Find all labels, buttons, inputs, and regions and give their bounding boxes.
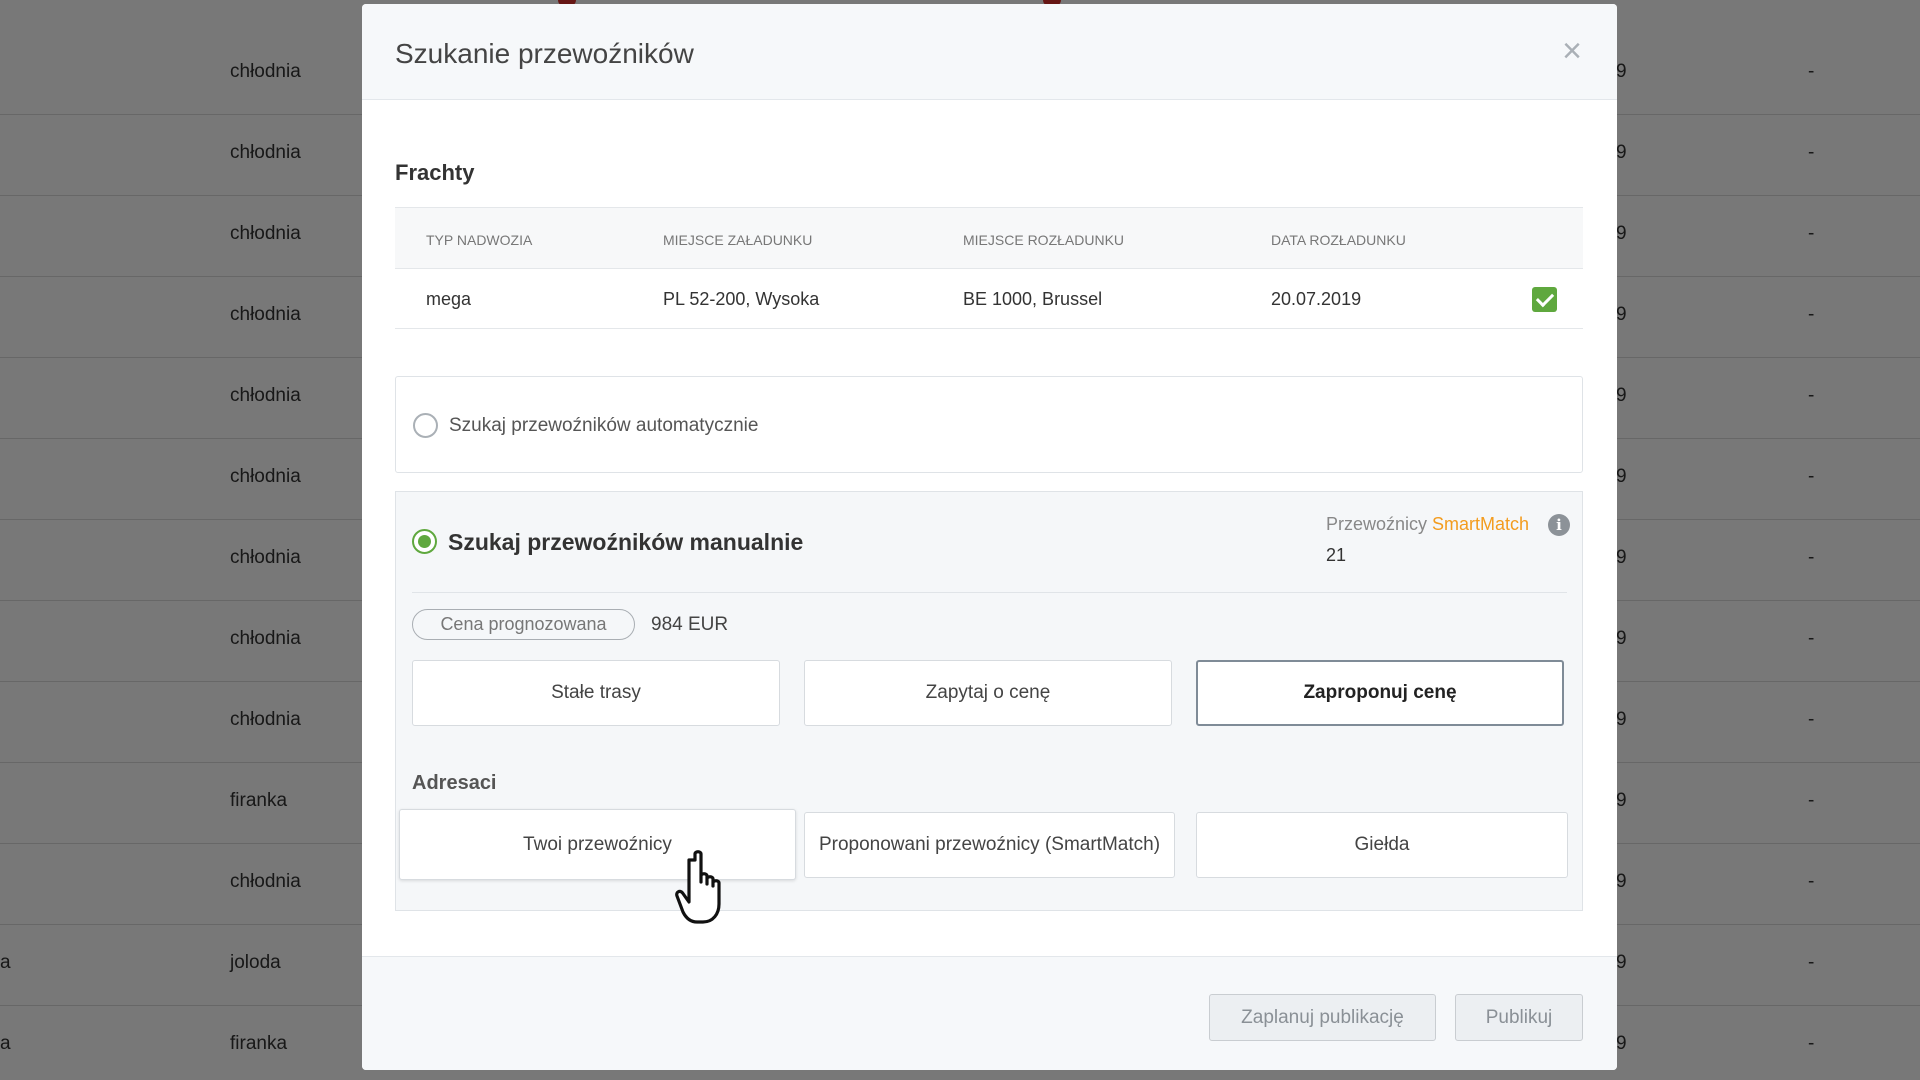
modal-title: Szukanie przewoźników <box>395 38 694 69</box>
smartmatch-carriers-button[interactable]: Proponowani przewoźnicy (SmartMatch) <box>804 812 1175 878</box>
cell-loading-place: PL 52-200, Wysoka <box>663 289 820 309</box>
section-divider <box>412 592 1567 593</box>
schedule-publication-button[interactable]: Zaplanuj publikację <box>1209 994 1436 1041</box>
publish-button[interactable]: Publikuj <box>1455 994 1583 1041</box>
propose-price-button[interactable]: Zaproponuj cenę <box>1196 660 1564 726</box>
table-row: mega PL 52-200, Wysoka BE 1000, Brussel … <box>395 269 1583 329</box>
auto-search-option[interactable]: Szukaj przewoźników automatycznie <box>395 376 1583 473</box>
hand-cursor-icon <box>675 850 721 924</box>
freight-table: TYP NADWOZIA MIEJSCE ZAŁADUNKU MIEJSCE R… <box>395 207 1583 329</box>
column-header-loading-place: MIEJSCE ZAŁADUNKU <box>663 232 813 248</box>
manual-search-radio[interactable] <box>412 529 437 554</box>
smartmatch-info: Przewoźnicy SmartMatch <box>1326 514 1529 535</box>
column-header-unloading-date: DATA ROZŁADUNKU <box>1271 232 1406 248</box>
manual-search-label: Szukaj przewoźników manualnie <box>448 529 804 555</box>
exchange-button[interactable]: Giełda <box>1196 812 1568 878</box>
smartmatch-brand: SmartMatch <box>1432 514 1530 534</box>
modal-footer: Zaplanuj publikację Publikuj <box>362 956 1617 1070</box>
freight-table-header: TYP NADWOZIA MIEJSCE ZAŁADUNKU MIEJSCE R… <box>395 207 1583 269</box>
addressees-label: Adresaci <box>412 772 497 794</box>
cell-unloading-date: 20.07.2019 <box>1271 289 1362 309</box>
forecast-price-value: 984 EUR <box>651 614 729 635</box>
freight-section-title: Frachty <box>395 160 475 185</box>
cell-body-type: mega <box>426 289 472 309</box>
carrier-search-modal: Szukanie przewoźników × Frachty TYP NADW… <box>362 4 1617 1070</box>
column-header-body-type: TYP NADWOZIA <box>426 232 533 248</box>
cell-unloading-place: BE 1000, Brussel <box>963 289 1103 309</box>
info-icon[interactable]: i <box>1548 514 1570 536</box>
column-header-unloading-place: MIEJSCE ROZŁADUNKU <box>963 232 1125 248</box>
ask-price-button[interactable]: Zapytaj o cenę <box>804 660 1172 726</box>
close-icon[interactable]: × <box>1557 34 1587 68</box>
auto-search-label: Szukaj przewoźników automatycznie <box>449 415 759 436</box>
modal-header: Szukanie przewoźników × <box>362 4 1617 100</box>
smartmatch-count: 21 <box>1326 545 1347 565</box>
smartmatch-prefix: Przewoźnicy <box>1326 514 1428 534</box>
forecast-price-badge: Cena prognozowana <box>412 609 635 640</box>
fixed-routes-button[interactable]: Stałe trasy <box>412 660 780 726</box>
row-checkbox[interactable] <box>1532 287 1557 312</box>
manual-search-option: Szukaj przewoźników manualnie Przewoźnic… <box>395 491 1583 911</box>
auto-search-radio[interactable] <box>413 413 438 438</box>
